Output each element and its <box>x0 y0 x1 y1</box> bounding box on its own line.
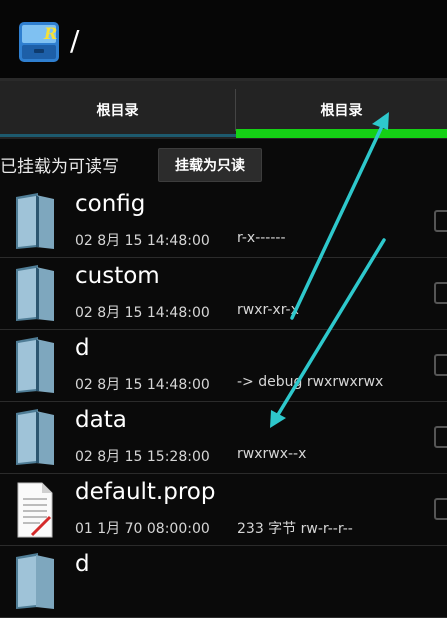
file-name: config <box>75 191 146 217</box>
list-item[interactable]: d <box>0 546 447 618</box>
mount-readonly-button[interactable]: 挂载为只读 <box>158 148 262 182</box>
select-checkbox[interactable] <box>434 210 447 232</box>
folder-icon <box>16 337 54 393</box>
document-icon <box>17 482 53 538</box>
mount-status-label: 已挂载为可读写 <box>0 157 119 177</box>
file-name: default.prop <box>75 479 216 505</box>
tab-root-left[interactable]: 根目录 <box>0 81 235 139</box>
file-date: 01 1月 70 08:00:00 <box>75 521 210 537</box>
tab-indicator-inactive <box>0 134 236 137</box>
current-path: / <box>70 24 80 57</box>
folder-icon <box>16 193 54 249</box>
file-name: d <box>75 335 90 361</box>
file-date: 02 8月 15 14:48:00 <box>75 233 210 249</box>
mount-bar: 已挂载为可读写 挂载为只读 <box>0 142 447 186</box>
folder-icon <box>16 265 54 321</box>
folder-icon <box>16 553 54 609</box>
file-name: custom <box>75 263 160 289</box>
file-size-permissions: 233 字节 rw-r--r-- <box>237 521 353 537</box>
title-bar: R / <box>0 0 447 78</box>
select-checkbox[interactable] <box>434 282 447 304</box>
tab-indicator-active <box>236 129 447 138</box>
select-checkbox[interactable] <box>434 498 447 520</box>
file-name: data <box>75 407 127 433</box>
file-permissions: rwxrwx--x <box>237 446 307 462</box>
file-permissions: r-x------ <box>237 230 286 246</box>
select-checkbox[interactable] <box>434 426 447 448</box>
file-date: 02 8月 15 14:48:00 <box>75 377 210 393</box>
list-item[interactable]: config 02 8月 15 14:48:00 r-x------ <box>0 186 447 258</box>
select-checkbox[interactable] <box>434 354 447 376</box>
file-list: config 02 8月 15 14:48:00 r-x------ custo… <box>0 186 447 618</box>
list-item[interactable]: d 02 8月 15 14:48:00 -> debug rwxrwxrwx <box>0 330 447 402</box>
folder-icon <box>16 409 54 465</box>
file-name: d <box>75 551 90 577</box>
list-item[interactable]: default.prop 01 1月 70 08:00:00 233 字节 rw… <box>0 474 447 546</box>
list-item[interactable]: custom 02 8月 15 14:48:00 rwxr-xr-x <box>0 258 447 330</box>
svg-text:R: R <box>43 24 57 43</box>
file-date: 02 8月 15 15:28:00 <box>75 449 210 465</box>
file-manager-app-icon[interactable]: R <box>18 20 60 64</box>
file-permissions: rwxr-xr-x <box>237 302 299 318</box>
file-date: 02 8月 15 14:48:00 <box>75 305 210 321</box>
list-item[interactable]: data 02 8月 15 15:28:00 rwxrwx--x <box>0 402 447 474</box>
file-permissions: -> debug rwxrwxrwx <box>237 374 384 390</box>
